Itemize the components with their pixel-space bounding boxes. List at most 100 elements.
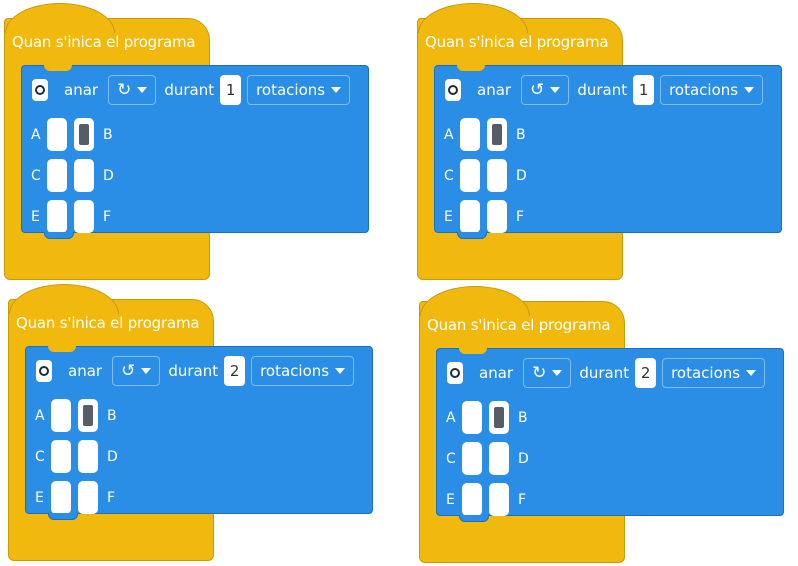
count-input[interactable]: 2 <box>224 356 246 386</box>
hat-title: Quan s'inica el programa <box>16 314 200 332</box>
chevron-down-icon <box>331 87 342 93</box>
port-d[interactable] <box>489 442 509 475</box>
action-label: anar <box>477 81 512 99</box>
unit-label: rotacions <box>260 362 330 380</box>
port-label-e: E <box>35 489 44 506</box>
port-d[interactable] <box>78 440 98 473</box>
count-input[interactable]: 1 <box>220 75 242 105</box>
rotate-counterclockwise-icon: ↺ <box>121 361 136 381</box>
port-label-e: E <box>446 491 455 508</box>
port-a[interactable] <box>47 118 67 151</box>
action-label: anar <box>68 362 103 380</box>
port-label-d: D <box>516 167 527 184</box>
port-label-e: E <box>444 208 453 225</box>
port-label-b: B <box>518 409 528 426</box>
port-e[interactable] <box>460 200 480 233</box>
count-input[interactable]: 1 <box>633 75 655 105</box>
chevron-down-icon <box>744 87 755 93</box>
motor-run-block[interactable]: anar ↺ durant 1 rotacions A B C D E F <box>434 65 782 239</box>
port-b[interactable] <box>74 118 94 151</box>
motor-run-block[interactable]: anar ↻ durant 2 rotacions A B C D E F <box>436 348 784 522</box>
port-selector: A B C D E F <box>31 114 119 237</box>
port-f[interactable] <box>487 200 507 233</box>
port-a[interactable] <box>460 118 480 151</box>
unit-label: rotacions <box>669 81 739 99</box>
motor-icon <box>36 360 52 382</box>
hat-cap <box>5 3 115 33</box>
port-a[interactable] <box>462 401 482 434</box>
port-selector: A B C D E F <box>446 397 534 520</box>
chevron-down-icon <box>746 370 757 376</box>
motor-icon <box>32 79 48 101</box>
port-f[interactable] <box>489 483 509 516</box>
chevron-down-icon <box>552 370 563 376</box>
hat-cap <box>420 286 530 316</box>
block-notch <box>44 65 72 71</box>
unit-label: rotacions <box>256 81 326 99</box>
port-selector: A B C D E F <box>444 114 532 237</box>
program-block-2: Quan s'inica el programa anar ↺ durant 1… <box>417 3 797 283</box>
port-label-c: C <box>31 167 41 184</box>
block-notch <box>459 515 489 522</box>
port-label-d: D <box>103 167 114 184</box>
during-label: durant <box>164 81 215 99</box>
port-a[interactable] <box>51 399 71 432</box>
hat-title: Quan s'inica el programa <box>425 33 609 51</box>
rotate-counterclockwise-icon: ↺ <box>530 80 545 100</box>
port-label-f: F <box>516 208 525 225</box>
unit-dropdown[interactable]: rotacions <box>660 75 764 105</box>
action-label: anar <box>479 364 514 382</box>
hat-cap <box>9 284 119 314</box>
motor-run-block[interactable]: anar ↻ durant 1 rotacions A B C D E F <box>21 65 369 239</box>
block-notch <box>48 346 76 352</box>
program-block-3: Quan s'inica el programa anar ↺ durant 2… <box>8 284 388 564</box>
rotate-clockwise-icon: ↻ <box>117 80 132 100</box>
chevron-down-icon <box>335 368 346 374</box>
port-c[interactable] <box>462 442 482 475</box>
port-d[interactable] <box>74 159 94 192</box>
chevron-down-icon <box>137 87 148 93</box>
port-label-c: C <box>446 450 456 467</box>
port-c[interactable] <box>460 159 480 192</box>
count-input[interactable]: 2 <box>635 358 657 388</box>
direction-dropdown[interactable]: ↻ <box>523 358 572 388</box>
unit-dropdown[interactable]: rotacions <box>662 358 766 388</box>
port-b[interactable] <box>487 118 507 151</box>
port-d[interactable] <box>487 159 507 192</box>
block-notch <box>44 232 74 239</box>
during-label: durant <box>168 362 219 380</box>
port-f[interactable] <box>78 481 98 514</box>
hat-title: Quan s'inica el programa <box>12 33 196 51</box>
port-label-c: C <box>35 448 45 465</box>
port-e[interactable] <box>47 200 67 233</box>
port-c[interactable] <box>47 159 67 192</box>
motor-icon <box>445 79 461 101</box>
hat-title: Quan s'inica el programa <box>427 316 611 334</box>
port-e[interactable] <box>51 481 71 514</box>
port-b[interactable] <box>489 401 509 434</box>
unit-dropdown[interactable]: rotacions <box>247 75 351 105</box>
port-c[interactable] <box>51 440 71 473</box>
block-notch <box>459 348 487 354</box>
port-label-f: F <box>103 208 112 225</box>
port-selector: A B C D E F <box>35 395 123 518</box>
block-notch <box>48 513 78 520</box>
port-b[interactable] <box>78 399 98 432</box>
direction-dropdown[interactable]: ↺ <box>521 75 570 105</box>
port-label-f: F <box>518 491 527 508</box>
motor-run-block[interactable]: anar ↺ durant 2 rotacions A B C D E F <box>25 346 373 520</box>
port-label-a: A <box>35 407 45 424</box>
during-label: durant <box>579 364 630 382</box>
port-label-e: E <box>31 208 40 225</box>
port-label-a: A <box>446 409 456 426</box>
unit-dropdown[interactable]: rotacions <box>251 356 355 386</box>
port-e[interactable] <box>462 483 482 516</box>
rotate-clockwise-icon: ↻ <box>532 363 547 383</box>
port-f[interactable] <box>74 200 94 233</box>
port-label-b: B <box>103 126 113 143</box>
direction-dropdown[interactable]: ↺ <box>112 356 161 386</box>
block-notch <box>457 232 487 239</box>
chevron-down-icon <box>141 368 152 374</box>
port-label-a: A <box>444 126 454 143</box>
direction-dropdown[interactable]: ↻ <box>108 75 157 105</box>
